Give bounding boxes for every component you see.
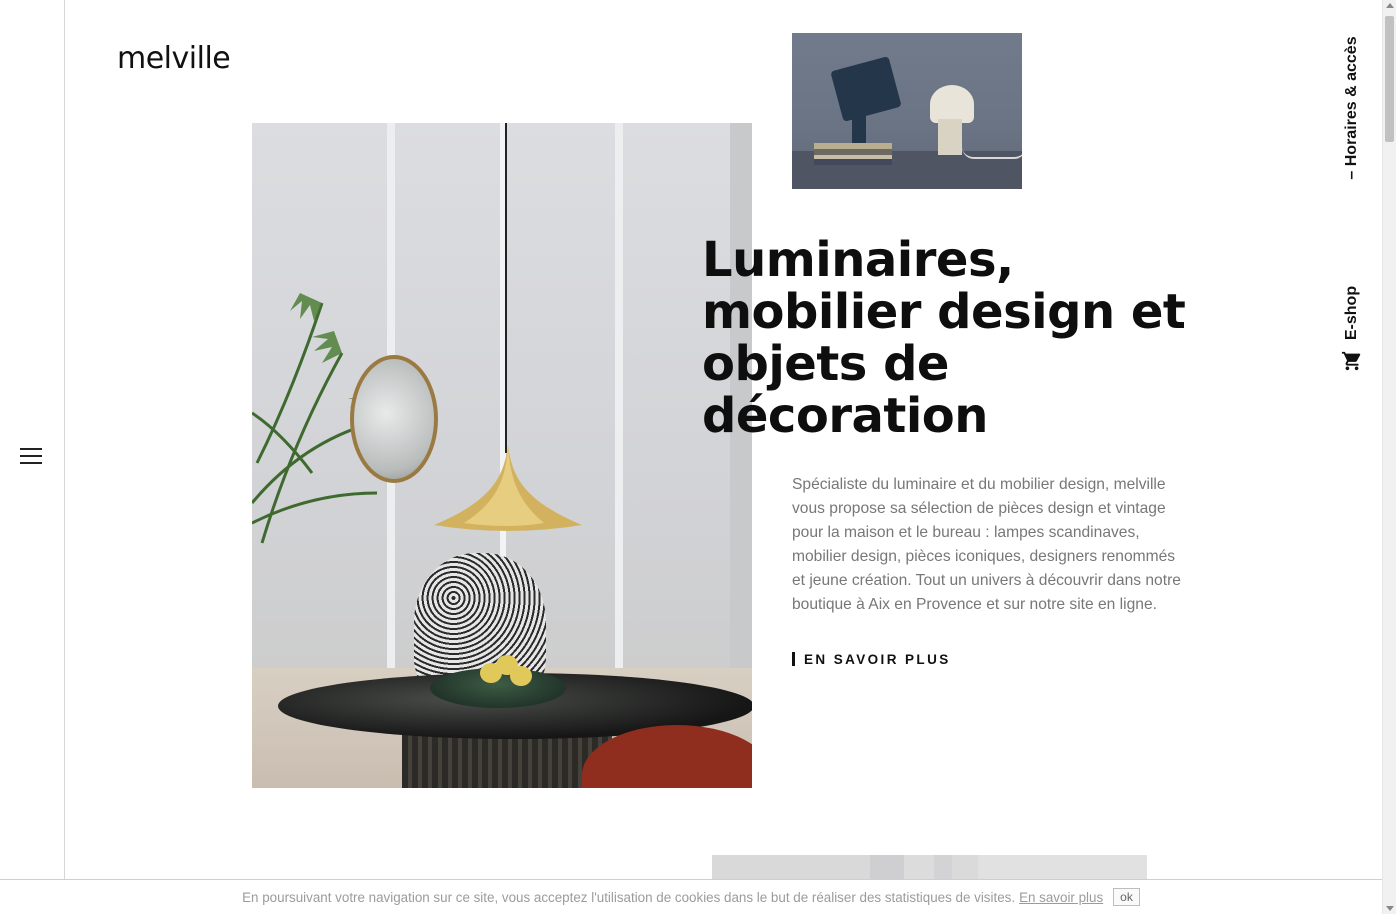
page-scrollbar[interactable] (1382, 0, 1396, 914)
hours-access-label: – Horaires & accès (1343, 35, 1360, 180)
brass-pendant-lamp (434, 445, 582, 531)
cookie-ok-button[interactable]: ok (1113, 888, 1140, 906)
logo[interactable]: melville (117, 28, 231, 88)
hamburger-menu-icon[interactable] (20, 448, 42, 466)
lamps-product-image[interactable] (792, 33, 1022, 189)
hours-access-link[interactable]: – Horaires & accès (1332, 30, 1372, 185)
eshop-link[interactable]: E-shop (1332, 280, 1372, 346)
logo-text: melville (117, 40, 231, 76)
left-rail (0, 0, 65, 880)
white-lamp-base (938, 119, 962, 155)
cta-accent-bar (792, 652, 795, 666)
shopping-cart-icon[interactable] (1341, 350, 1363, 372)
pendant-cord (505, 123, 507, 453)
lamp-cable (962, 147, 1022, 159)
blue-lamp (830, 56, 902, 122)
scroll-down-arrow-icon[interactable] (1386, 906, 1394, 911)
cookie-text: En poursuivant votre navigation sur ce s… (242, 889, 1016, 905)
learn-more-link[interactable]: EN SAVOIR PLUS (792, 651, 951, 667)
right-rail: – Horaires & accès E-shop (1322, 0, 1382, 880)
eshop-label: E-shop (1343, 285, 1360, 341)
cookie-banner: En poursuivant votre navigation sur ce s… (0, 879, 1382, 914)
hamburger-line (20, 448, 42, 450)
hamburger-line (20, 462, 42, 464)
lemon (510, 666, 532, 686)
cookie-learn-more-link[interactable]: En savoir plus (1019, 890, 1103, 905)
hero-headline: Luminaires, mobilier design et objets de… (702, 232, 1186, 444)
hamburger-line (20, 455, 42, 457)
books (814, 143, 892, 165)
hero-description: Spécialiste du luminaire et du mobilier … (792, 476, 1181, 613)
scroll-up-arrow-icon[interactable] (1386, 3, 1394, 8)
white-lamp (930, 85, 974, 123)
scroll-thumb[interactable] (1385, 16, 1394, 142)
hero-interior-image (252, 123, 752, 788)
learn-more-label: EN SAVOIR PLUS (804, 651, 951, 667)
